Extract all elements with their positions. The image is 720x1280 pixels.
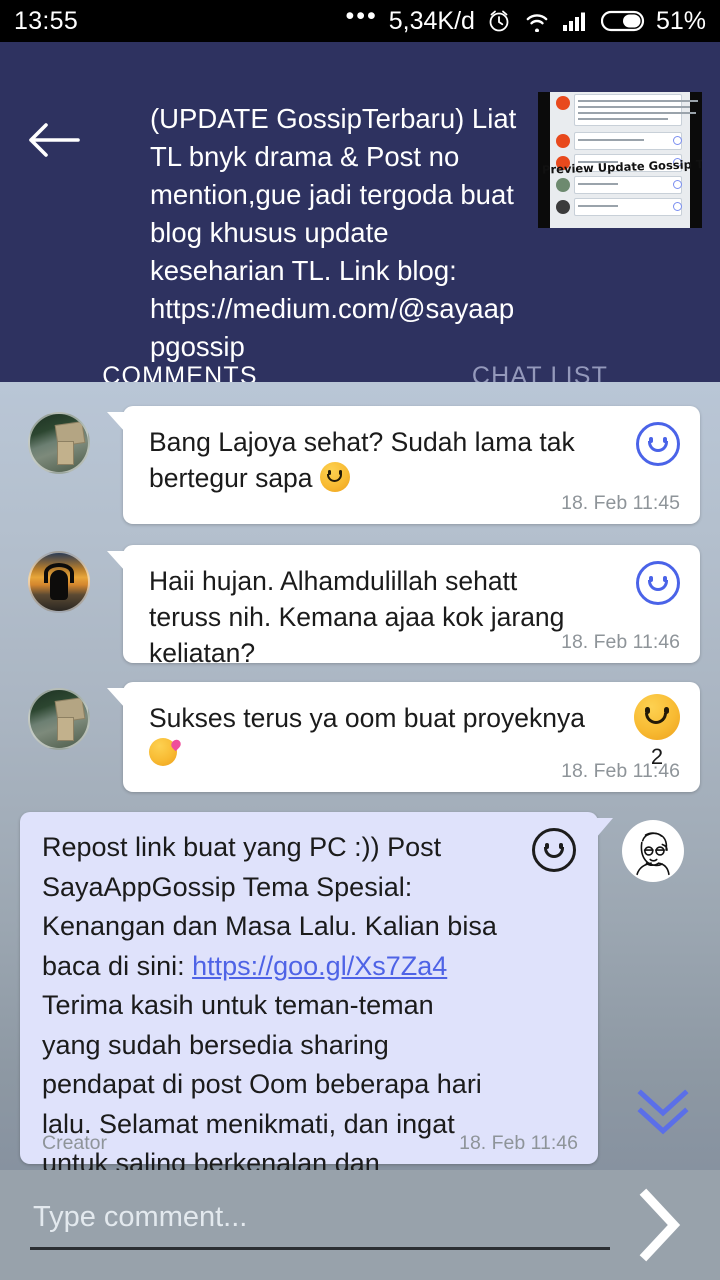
send-button[interactable] bbox=[616, 1175, 702, 1275]
message-text: Sukses terus ya oom buat proyeknya bbox=[123, 682, 613, 772]
wifi-icon bbox=[526, 14, 548, 32]
chevron-right-send-icon bbox=[639, 1188, 681, 1262]
battery-icon bbox=[600, 10, 645, 32]
post-header: (UPDATE GossipTerbaru) Liat TL bnyk dram… bbox=[0, 42, 720, 424]
battery-percent: 51% bbox=[655, 6, 706, 35]
reaction-button[interactable] bbox=[532, 828, 576, 872]
message-text: Bang Lajoya sehat? Sudah lama tak berteg… bbox=[149, 427, 575, 493]
message-bubble[interactable]: Sukses terus ya oom buat proyeknya 2 18.… bbox=[107, 682, 700, 792]
creator-sketch-icon bbox=[624, 822, 682, 880]
comment-input-wrap bbox=[30, 1200, 610, 1250]
status-icons: ••• 5,34K/d 51% bbox=[345, 2, 707, 36]
avatar[interactable] bbox=[622, 820, 684, 882]
comment-composer bbox=[0, 1170, 720, 1280]
message-link[interactable]: https://goo.gl/Xs7Za4 bbox=[192, 951, 447, 981]
avatar[interactable] bbox=[28, 412, 90, 474]
reaction-button[interactable] bbox=[636, 561, 680, 605]
app-root: 13:55 ••• 5,34K/d 51% (UPDATE GossipTerb… bbox=[0, 0, 720, 1280]
list-item[interactable]: Sukses terus ya oom buat proyeknya 2 18.… bbox=[0, 674, 700, 792]
status-bar: 13:55 ••• 5,34K/d 51% bbox=[0, 0, 720, 42]
smiling-face-emoji bbox=[319, 462, 350, 492]
comment-input[interactable] bbox=[30, 1200, 610, 1250]
data-rate-label: 5,34K/d bbox=[388, 6, 475, 35]
message-text: Haii hujan. Alhamdulillah sehatt teruss … bbox=[149, 566, 565, 668]
double-chevron-down-icon bbox=[637, 1089, 689, 1135]
message-bubble[interactable]: Repost link buat yang PC :)) Post SayaAp… bbox=[20, 812, 613, 1170]
reaction-button[interactable] bbox=[636, 422, 680, 466]
signal-icon bbox=[562, 12, 585, 31]
reaction-button[interactable] bbox=[634, 694, 680, 740]
message-timestamp: 18. Feb 11:46 bbox=[459, 1132, 578, 1154]
message-timestamp: 18. Feb 11:45 bbox=[561, 492, 680, 514]
scroll-to-bottom-button[interactable] bbox=[628, 1078, 698, 1148]
input-underline bbox=[30, 1246, 610, 1250]
comments-list[interactable]: Bang Lajoya sehat? Sudah lama tak berteg… bbox=[0, 382, 720, 1170]
avatar[interactable] bbox=[28, 551, 90, 613]
message-timestamp: 18. Feb 11:46 bbox=[561, 631, 680, 653]
post-thumbnail[interactable]: Preview Update Gossip Terbaru bbox=[538, 92, 702, 228]
alarm-icon bbox=[489, 10, 509, 32]
status-clock: 13:55 bbox=[14, 6, 79, 35]
message-timestamp: 18. Feb 11:46 bbox=[561, 760, 680, 782]
list-item[interactable]: Bang Lajoya sehat? Sudah lama tak berteg… bbox=[0, 398, 700, 524]
more-dots-icon: ••• bbox=[345, 2, 378, 30]
back-button[interactable] bbox=[22, 114, 86, 166]
thumbnail-image: Preview Update Gossip Terbaru bbox=[538, 92, 702, 228]
back-arrow-icon bbox=[29, 123, 80, 157]
message-text: Repost link buat yang PC :)) Post SayaAp… bbox=[42, 832, 497, 1170]
message-author: Creator bbox=[42, 1132, 108, 1154]
message-bubble[interactable]: Bang Lajoya sehat? Sudah lama tak berteg… bbox=[107, 406, 700, 524]
list-item[interactable]: Haii hujan. Alhamdulillah sehatt teruss … bbox=[0, 537, 700, 668]
page-title: (UPDATE GossipTerbaru) Liat TL bnyk dram… bbox=[150, 103, 517, 362]
avatar[interactable] bbox=[28, 688, 90, 750]
kissing-heart-emoji bbox=[149, 737, 183, 768]
message-bubble[interactable]: Haii hujan. Alhamdulillah sehatt teruss … bbox=[107, 545, 700, 668]
